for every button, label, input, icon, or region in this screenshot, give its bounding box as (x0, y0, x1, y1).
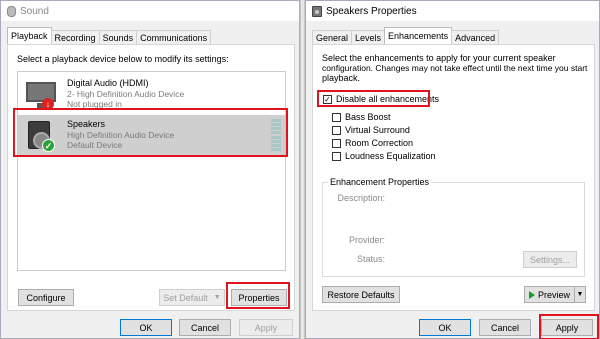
sound-app-icon (7, 5, 16, 17)
play-icon (529, 290, 535, 299)
tab-playback[interactable]: Playback (7, 27, 52, 45)
restore-defaults-button[interactable]: Restore Defaults (322, 286, 400, 303)
playback-instruction: Select a playback device below to modify… (17, 54, 229, 64)
device-description: 2- High Definition Audio Device (67, 89, 185, 99)
room-correction-checkbox[interactable] (332, 138, 341, 148)
enhancement-row-loudness-equalization[interactable]: Loudness Equalization (332, 151, 436, 161)
device-name: Speakers (67, 119, 106, 129)
enhancement-row-bass-boost[interactable]: Bass Boost (332, 112, 391, 122)
status-label: Status: (356, 254, 385, 264)
settings-button[interactable]: Settings... (523, 251, 577, 268)
properties-titlebar: Speakers Properties (306, 1, 599, 21)
configure-button[interactable]: Configure (18, 289, 74, 306)
ok-button[interactable]: OK (120, 319, 172, 336)
device-description: High Definition Audio Device (67, 130, 175, 140)
description-label: Description: (337, 193, 385, 203)
volume-level-meter (271, 119, 281, 151)
enhancements-instruction-line3: playback. (322, 73, 361, 83)
tab-recording[interactable]: Recording (50, 30, 100, 45)
speakers-properties-window: Speakers Properties General Levels Enhan… (305, 0, 600, 339)
speaker-icon: ✓ (24, 119, 58, 153)
properties-button[interactable]: Properties (231, 289, 287, 306)
window-title: Sound (20, 5, 49, 17)
apply-button[interactable]: Apply (239, 319, 293, 336)
device-status: Default Device (67, 140, 123, 150)
tab-enhancements[interactable]: Enhancements (384, 27, 453, 45)
window-title: Speakers Properties (326, 5, 417, 17)
enhancement-properties-group: Enhancement Properties Description: Prov… (322, 177, 585, 277)
tab-advanced[interactable]: Advanced (451, 30, 500, 45)
unplugged-arrow-icon: ↓ (42, 98, 54, 110)
device-item-speakers[interactable]: ✓ Speakers High Definition Audio Device … (18, 115, 285, 155)
disable-all-row[interactable]: ✓ Disable all enhancements (323, 94, 439, 104)
apply-button[interactable]: Apply (541, 319, 593, 336)
bass-boost-checkbox[interactable] (332, 112, 341, 122)
enhancement-label: Bass Boost (345, 112, 391, 122)
group-legend: Enhancement Properties (328, 177, 432, 187)
enhancement-row-room-correction[interactable]: Room Correction (332, 138, 413, 148)
tab-sounds[interactable]: Sounds (98, 30, 138, 45)
cancel-button[interactable]: Cancel (179, 319, 231, 336)
device-status: Not plugged in (67, 99, 122, 109)
enhancement-row-virtual-surround[interactable]: Virtual Surround (332, 125, 410, 135)
enhancement-label: Room Correction (345, 138, 414, 148)
default-check-icon: ✓ (42, 139, 55, 152)
enhancements-panel: Select the enhancements to apply for you… (312, 44, 595, 311)
chevron-down-icon: ▼ (213, 294, 221, 301)
speaker-app-icon (312, 5, 322, 17)
disable-all-checkbox[interactable]: ✓ (323, 94, 332, 104)
preview-label: Preview (538, 289, 571, 300)
device-item-hdmi[interactable]: ↓ Digital Audio (HDMI) 2- High Definitio… (18, 74, 285, 114)
chevron-down-icon[interactable]: ▼ (575, 286, 587, 303)
cancel-button[interactable]: Cancel (479, 319, 531, 336)
virtual-surround-checkbox[interactable] (332, 125, 341, 135)
tab-strip: General Levels Enhancements Advanced (312, 27, 500, 45)
sound-window: Sound Playback Recording Sounds Communic… (0, 0, 300, 339)
provider-label: Provider: (348, 235, 385, 245)
monitor-icon: ↓ (24, 78, 58, 112)
playback-panel: Select a playback device below to modify… (7, 44, 295, 311)
enhancements-instruction-line1: Select the enhancements to apply for you… (322, 53, 556, 63)
device-name: Digital Audio (HDMI) (67, 78, 149, 88)
loudness-equalization-checkbox[interactable] (332, 151, 341, 161)
tab-strip: Playback Recording Sounds Communications (7, 27, 212, 45)
preview-split-button[interactable]: Preview ▼ (524, 286, 587, 303)
ok-button[interactable]: OK (419, 319, 471, 336)
tab-communications[interactable]: Communications (136, 30, 212, 45)
tab-general[interactable]: General (312, 30, 353, 45)
set-default-button[interactable]: Set Default ▼ (159, 289, 225, 306)
device-list[interactable]: ↓ Digital Audio (HDMI) 2- High Definitio… (17, 71, 286, 271)
enhancement-label: Loudness Equalization (345, 151, 436, 161)
enhancements-instruction-line2: configuration. Changes may not take effe… (322, 63, 588, 73)
sound-titlebar: Sound (1, 1, 299, 21)
tab-levels[interactable]: Levels (351, 30, 386, 45)
disable-all-label: Disable all enhancements (336, 94, 440, 104)
enhancement-label: Virtual Surround (345, 125, 410, 135)
preview-button[interactable]: Preview (524, 286, 576, 303)
set-default-label: Set Default (163, 292, 208, 303)
